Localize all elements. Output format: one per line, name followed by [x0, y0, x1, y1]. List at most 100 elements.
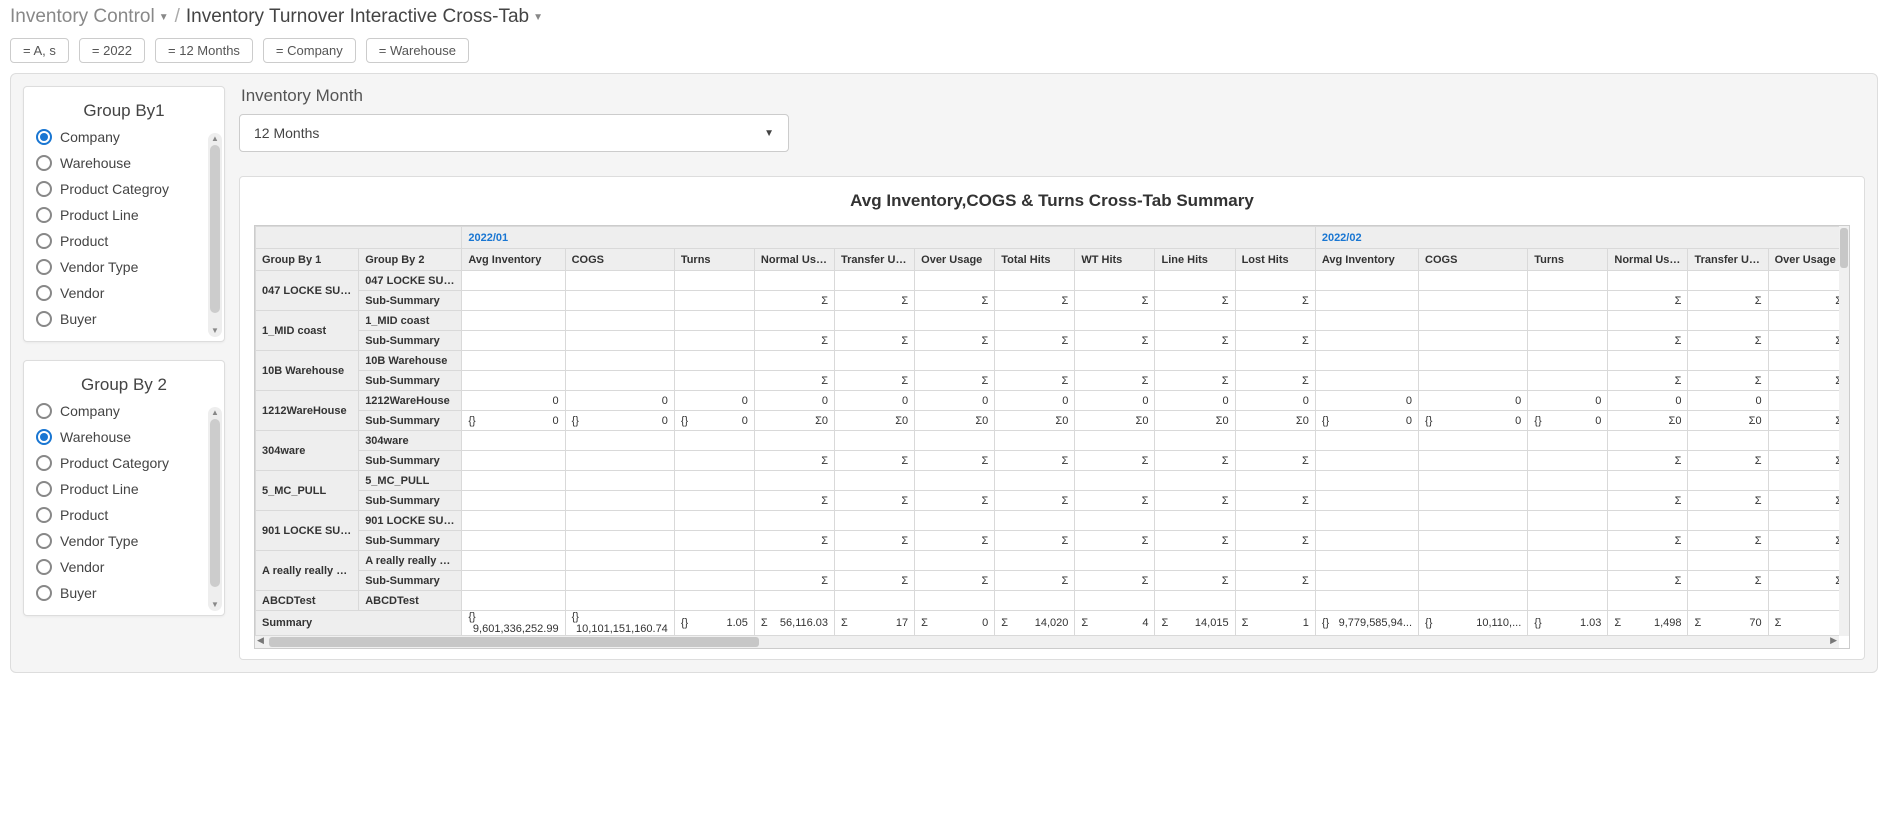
- column-header[interactable]: Over Usage: [1768, 249, 1848, 271]
- data-cell: [915, 271, 995, 291]
- column-header[interactable]: Turns: [674, 249, 754, 271]
- sub-summary-cell: [1528, 451, 1608, 471]
- column-header[interactable]: Avg Inventory: [462, 249, 565, 271]
- sub-summary-cell: Σ: [915, 531, 995, 551]
- sub-summary-label: Sub-Summary: [359, 371, 462, 391]
- filter-chip[interactable]: = A, s: [10, 38, 69, 63]
- sub-summary-cell: Σ: [1608, 291, 1688, 311]
- column-header[interactable]: Normal Usage: [1608, 249, 1688, 271]
- summary-cell: {}10,101,151,160.74: [565, 611, 674, 636]
- sub-summary-cell: {}0: [565, 411, 674, 431]
- scroll-thumb[interactable]: [210, 419, 220, 587]
- radio-option[interactable]: Product Category: [36, 455, 218, 471]
- data-cell: [1235, 431, 1315, 451]
- radio-option[interactable]: Product Categroy: [36, 181, 218, 197]
- group-by-1-cell: 047 LOCKE SUPPLY-...: [256, 271, 359, 311]
- sub-summary-cell: [1419, 491, 1528, 511]
- radio-option[interactable]: Buyer: [36, 311, 218, 327]
- radio-option[interactable]: Company: [36, 129, 218, 145]
- sub-summary-cell: Σ: [995, 531, 1075, 551]
- column-header[interactable]: Over Usage: [915, 249, 995, 271]
- sub-summary-cell: Σ: [754, 491, 834, 511]
- radio-option[interactable]: Buyer: [36, 585, 218, 601]
- column-header[interactable]: Transfer Usage: [835, 249, 915, 271]
- group-by-2-cell: 304ware: [359, 431, 462, 451]
- data-cell: [1155, 551, 1235, 571]
- radio-option[interactable]: Product Line: [36, 207, 218, 223]
- radio-option[interactable]: Product: [36, 233, 218, 249]
- group-by-1-cell: 1_MID coast: [256, 311, 359, 351]
- sub-summary-cell: Σ0: [995, 411, 1075, 431]
- column-header[interactable]: Total Hits: [995, 249, 1075, 271]
- scroll-up-icon[interactable]: ▲: [211, 409, 219, 417]
- sub-summary-cell: Σ: [1235, 491, 1315, 511]
- vertical-scrollbar[interactable]: [1839, 226, 1849, 636]
- data-cell: [754, 271, 834, 291]
- column-header[interactable]: COGS: [565, 249, 674, 271]
- scroll-right-icon[interactable]: ▶: [1830, 635, 1837, 646]
- inventory-month-select[interactable]: 12 Months ▼: [239, 114, 789, 152]
- sub-summary-cell: [462, 291, 565, 311]
- column-header[interactable]: Avg Inventory: [1315, 249, 1418, 271]
- table-row: 10B Warehouse10B Warehouse: [256, 351, 1849, 371]
- month-header[interactable]: 2022/02: [1315, 227, 1848, 249]
- filter-chip[interactable]: = Company: [263, 38, 356, 63]
- radio-option[interactable]: Product: [36, 507, 218, 523]
- scroll-thumb[interactable]: [269, 637, 759, 647]
- breadcrumb-current[interactable]: Inventory Turnover Interactive Cross-Tab…: [186, 6, 543, 28]
- scroll-thumb[interactable]: [210, 145, 220, 313]
- scroll-thumb[interactable]: [1840, 228, 1848, 268]
- radio-option[interactable]: Vendor: [36, 285, 218, 301]
- data-cell: 0: [1235, 391, 1315, 411]
- radio-option[interactable]: Vendor Type: [36, 533, 218, 549]
- group-by-2-cell: 1212WareHouse: [359, 391, 462, 411]
- group-by-2-cell: 047 LOCKE SUPPL...: [359, 271, 462, 291]
- horizontal-scrollbar[interactable]: ◀ ▶: [255, 636, 1839, 648]
- column-header[interactable]: Normal Usage: [754, 249, 834, 271]
- column-header[interactable]: Line Hits: [1155, 249, 1235, 271]
- month-header[interactable]: 2022/01: [462, 227, 1315, 249]
- column-header[interactable]: COGS: [1419, 249, 1528, 271]
- radio-option[interactable]: Vendor Type: [36, 259, 218, 275]
- column-header[interactable]: Group By 2: [359, 249, 462, 271]
- sub-summary-cell: Σ: [915, 291, 995, 311]
- radio-option[interactable]: Warehouse: [36, 155, 218, 171]
- radio-option[interactable]: Company: [36, 403, 218, 419]
- data-cell: [995, 311, 1075, 331]
- summary-cell: Σ1,498: [1608, 611, 1688, 636]
- column-header[interactable]: Lost Hits: [1235, 249, 1315, 271]
- column-header[interactable]: WT Hits: [1075, 249, 1155, 271]
- data-cell: [1768, 271, 1848, 291]
- radio-option[interactable]: Product Line: [36, 481, 218, 497]
- scrollbar[interactable]: ▲ ▼: [208, 407, 222, 611]
- sub-summary-cell: [462, 491, 565, 511]
- sub-summary-cell: Σ: [1155, 371, 1235, 391]
- scroll-down-icon[interactable]: ▼: [211, 601, 219, 609]
- column-header[interactable]: Transfer Usage: [1688, 249, 1768, 271]
- radio-option[interactable]: Warehouse: [36, 429, 218, 445]
- scroll-left-icon[interactable]: ◀: [257, 635, 264, 646]
- scroll-up-icon[interactable]: ▲: [211, 135, 219, 143]
- data-cell: [1528, 511, 1608, 531]
- sub-summary-cell: Σ: [1608, 571, 1688, 591]
- scrollbar[interactable]: ▲ ▼: [208, 133, 222, 337]
- data-cell: [1528, 311, 1608, 331]
- radio-icon: [36, 507, 52, 523]
- radio-icon: [36, 207, 52, 223]
- data-cell: [1315, 471, 1418, 491]
- sub-summary-row: Sub-SummaryΣΣΣΣΣΣΣΣΣΣ: [256, 291, 1849, 311]
- radio-option[interactable]: Vendor: [36, 559, 218, 575]
- cross-tab-grid: 2022/012022/02 Group By 1Group By 2Avg I…: [254, 225, 1850, 649]
- sub-summary-cell: [1528, 291, 1608, 311]
- sub-summary-label: Sub-Summary: [359, 291, 462, 311]
- breadcrumb-root[interactable]: Inventory Control ▼: [10, 6, 169, 28]
- column-header[interactable]: Group By 1: [256, 249, 359, 271]
- filter-chip[interactable]: = Warehouse: [366, 38, 469, 63]
- filter-chip[interactable]: = 2022: [79, 38, 145, 63]
- filter-chip[interactable]: = 12 Months: [155, 38, 253, 63]
- scroll-down-icon[interactable]: ▼: [211, 327, 219, 335]
- data-cell: [462, 511, 565, 531]
- column-header[interactable]: Turns: [1528, 249, 1608, 271]
- sub-summary-cell: [462, 531, 565, 551]
- data-cell: [1608, 351, 1688, 371]
